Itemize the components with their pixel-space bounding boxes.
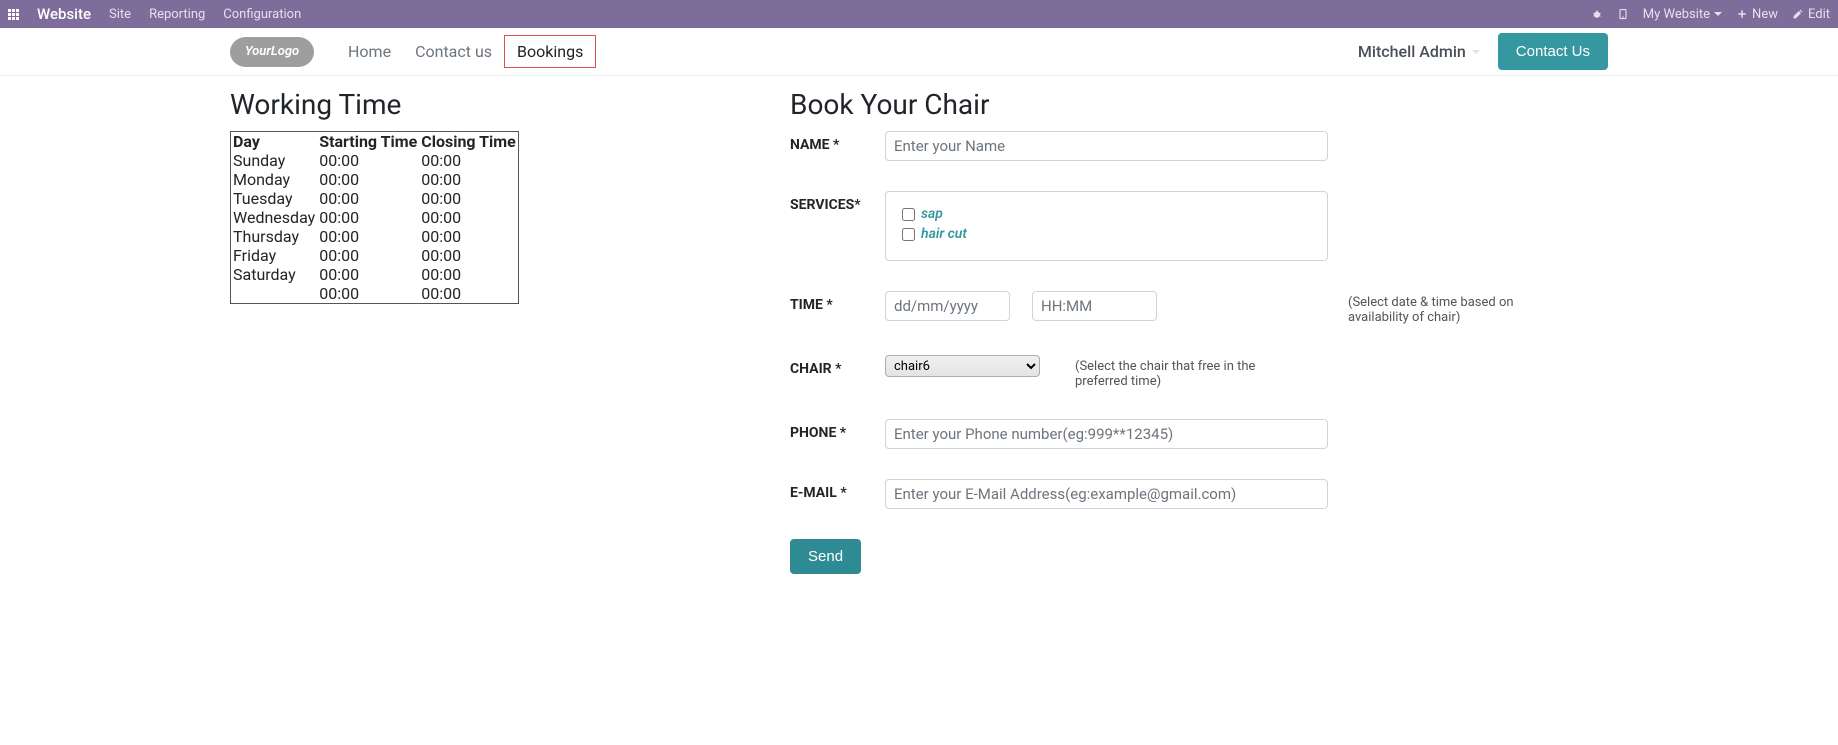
chair-label: CHAIR * — [790, 355, 885, 377]
contact-us-button[interactable]: Contact Us — [1498, 33, 1608, 70]
time-input[interactable] — [1032, 291, 1157, 321]
email-input[interactable] — [885, 479, 1328, 509]
topbar-edit[interactable]: Edit — [1792, 7, 1830, 22]
mobile-icon[interactable] — [1617, 8, 1629, 20]
topbar-menu-reporting[interactable]: Reporting — [149, 7, 205, 22]
table-header: Day Starting Time Closing Time — [231, 132, 519, 152]
booking-title: Book Your Chair — [790, 88, 1608, 121]
bug-icon[interactable] — [1591, 8, 1603, 20]
table-row: Friday00:0000:00 — [231, 246, 519, 265]
caret-down-icon — [1714, 12, 1722, 16]
table-row: Saturday00:0000:00 — [231, 265, 519, 284]
time-label: TIME * — [790, 291, 885, 313]
services-box: sap hair cut — [885, 191, 1328, 261]
odoo-topbar: Website Site Reporting Configuration My … — [0, 0, 1838, 28]
nav-bookings[interactable]: Bookings — [504, 35, 596, 68]
apps-icon[interactable] — [8, 9, 19, 20]
service-checkbox[interactable] — [902, 208, 915, 221]
table-row: Wednesday00:0000:00 — [231, 208, 519, 227]
date-input[interactable] — [885, 291, 1010, 321]
service-option-sap[interactable]: sap — [902, 206, 1311, 222]
table-row: Thursday00:0000:00 — [231, 227, 519, 246]
time-hint: (Select date & time based on availabilit… — [1348, 291, 1548, 325]
phone-input[interactable] — [885, 419, 1328, 449]
name-input[interactable] — [885, 131, 1328, 161]
topbar-menu-configuration[interactable]: Configuration — [223, 7, 301, 22]
site-navbar: YourLogo Home Contact us Bookings Mitche… — [0, 28, 1838, 76]
topbar-brand[interactable]: Website — [37, 5, 91, 23]
email-label: E-MAIL * — [790, 479, 885, 501]
user-menu[interactable]: Mitchell Admin — [1358, 42, 1480, 61]
topbar-menu-site[interactable]: Site — [109, 7, 131, 22]
phone-label: PHONE * — [790, 419, 885, 441]
table-row: 00:0000:00 — [231, 284, 519, 304]
service-option-haircut[interactable]: hair cut — [902, 226, 1311, 242]
chair-hint: (Select the chair that free in the prefe… — [1075, 355, 1275, 389]
topbar-new[interactable]: New — [1736, 7, 1778, 22]
service-checkbox[interactable] — [902, 228, 915, 241]
nav-home[interactable]: Home — [336, 34, 403, 69]
table-row: Monday00:0000:00 — [231, 170, 519, 189]
table-row: Tuesday00:0000:00 — [231, 189, 519, 208]
working-time-table: Day Starting Time Closing Time Sunday00:… — [230, 131, 519, 304]
nav-contact-us[interactable]: Contact us — [403, 34, 504, 69]
site-logo[interactable]: YourLogo — [230, 37, 314, 67]
table-row: Sunday00:0000:00 — [231, 151, 519, 170]
topbar-my-website[interactable]: My Website — [1643, 7, 1722, 22]
name-label: NAME * — [790, 131, 885, 153]
send-button[interactable]: Send — [790, 539, 861, 574]
working-time-title: Working Time — [230, 88, 750, 121]
services-label: SERVICES* — [790, 191, 885, 213]
caret-down-icon — [1472, 50, 1480, 54]
chair-select[interactable]: chair6 — [885, 355, 1040, 377]
